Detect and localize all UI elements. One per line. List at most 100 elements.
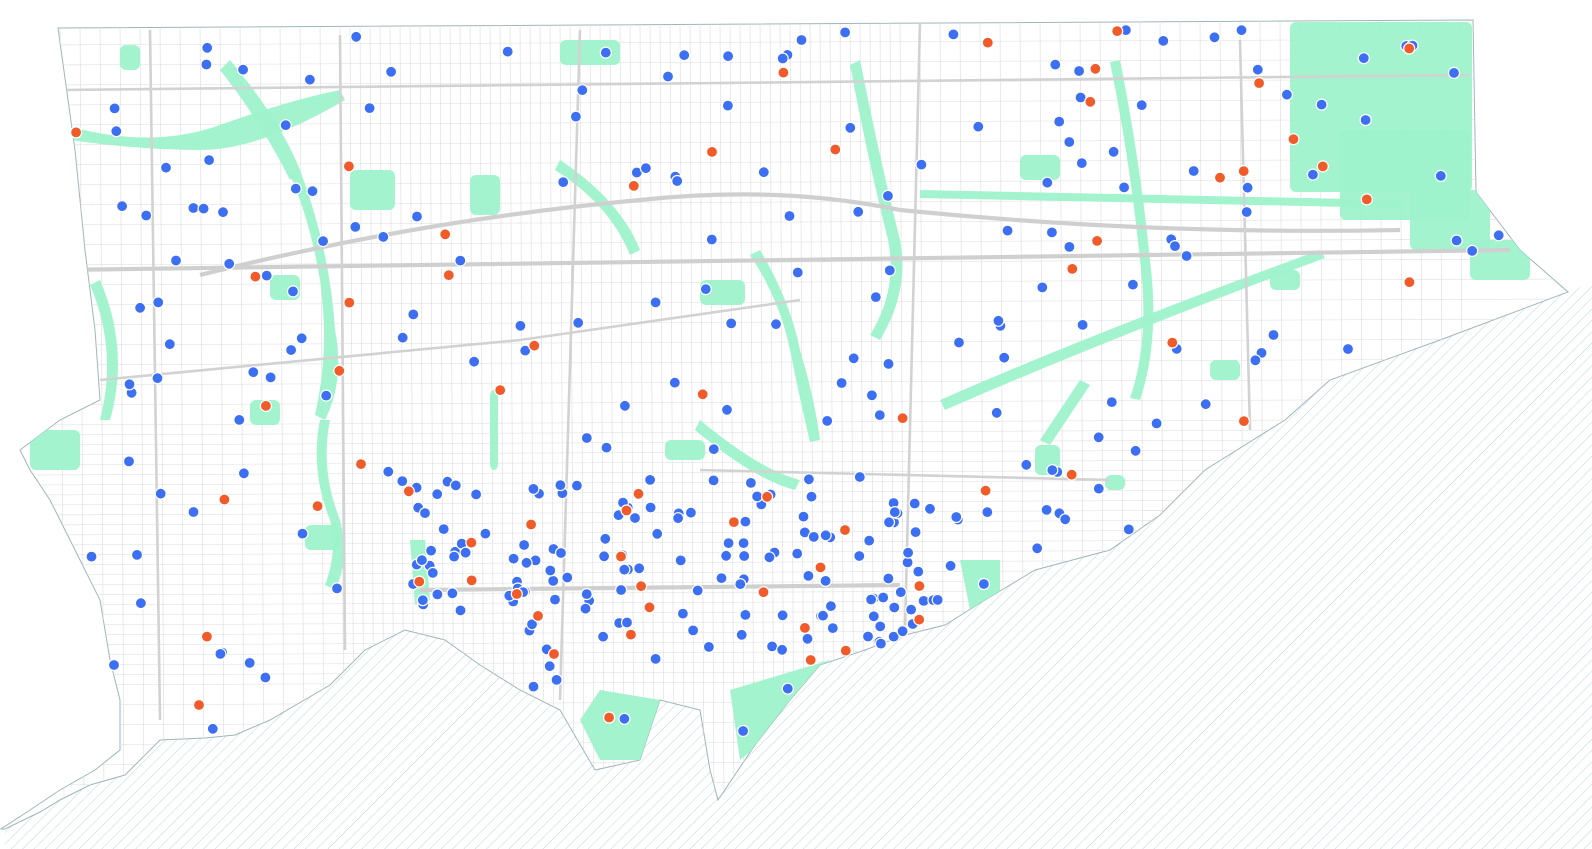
- marker-blue[interactable]: [750, 490, 764, 503]
- marker-orange[interactable]: [343, 296, 356, 309]
- marker-orange[interactable]: [979, 484, 992, 497]
- marker-blue[interactable]: [1049, 58, 1062, 71]
- marker-orange[interactable]: [838, 523, 852, 537]
- marker-blue[interactable]: [686, 624, 700, 637]
- marker-blue[interactable]: [216, 206, 230, 219]
- marker-blue[interactable]: [737, 536, 750, 550]
- marker-blue[interactable]: [317, 235, 330, 248]
- marker-blue[interactable]: [286, 285, 300, 298]
- marker-orange[interactable]: [465, 574, 478, 587]
- marker-blue[interactable]: [757, 166, 770, 179]
- marker-blue[interactable]: [306, 185, 319, 198]
- marker-blue[interactable]: [1168, 240, 1182, 253]
- marker-orange[interactable]: [531, 609, 545, 623]
- marker-blue[interactable]: [835, 376, 848, 390]
- marker-orange[interactable]: [913, 579, 926, 593]
- marker-blue[interactable]: [233, 413, 246, 426]
- marker-blue[interactable]: [576, 84, 589, 97]
- marker-blue[interactable]: [1280, 88, 1294, 101]
- marker-blue[interactable]: [1208, 31, 1221, 44]
- marker-blue[interactable]: [1150, 417, 1163, 430]
- marker-blue[interactable]: [776, 52, 789, 65]
- marker-blue[interactable]: [676, 607, 690, 620]
- marker-orange[interactable]: [311, 500, 324, 513]
- marker-blue[interactable]: [797, 510, 810, 523]
- marker-blue[interactable]: [187, 505, 200, 519]
- marker-blue[interactable]: [909, 525, 922, 539]
- marker-blue[interactable]: [1126, 278, 1140, 291]
- marker-blue[interactable]: [122, 455, 136, 468]
- marker-blue[interactable]: [649, 652, 662, 666]
- marker-blue[interactable]: [1041, 176, 1054, 189]
- marker-blue[interactable]: [1040, 503, 1053, 516]
- marker-orange[interactable]: [402, 485, 415, 498]
- marker-orange[interactable]: [896, 412, 909, 425]
- marker-blue[interactable]: [783, 209, 796, 223]
- marker-blue[interactable]: [223, 257, 236, 270]
- marker-orange[interactable]: [494, 384, 507, 397]
- marker-blue[interactable]: [874, 637, 888, 650]
- marker-orange[interactable]: [1287, 133, 1300, 146]
- marker-blue[interactable]: [580, 431, 593, 445]
- marker-blue[interactable]: [1001, 224, 1014, 237]
- marker-blue[interactable]: [661, 70, 675, 83]
- marker-blue[interactable]: [736, 724, 750, 738]
- marker-orange[interactable]: [757, 586, 770, 599]
- marker-blue[interactable]: [1053, 115, 1066, 128]
- marker-blue[interactable]: [618, 563, 631, 576]
- marker-blue[interactable]: [479, 527, 492, 540]
- marker-blue[interactable]: [454, 604, 467, 617]
- marker-blue[interactable]: [1315, 98, 1328, 111]
- marker-orange[interactable]: [620, 504, 633, 517]
- marker-orange[interactable]: [192, 698, 206, 712]
- marker-blue[interactable]: [1063, 240, 1076, 253]
- marker-orange[interactable]: [1084, 95, 1097, 108]
- marker-orange[interactable]: [1316, 160, 1329, 173]
- marker-blue[interactable]: [247, 366, 260, 379]
- marker-blue[interactable]: [243, 656, 256, 670]
- marker-blue[interactable]: [520, 556, 533, 569]
- marker-blue[interactable]: [819, 574, 832, 588]
- marker-blue[interactable]: [264, 371, 277, 384]
- marker-orange[interactable]: [442, 269, 455, 282]
- marker-blue[interactable]: [1359, 113, 1372, 127]
- marker-blue[interactable]: [735, 628, 748, 641]
- marker-blue[interactable]: [674, 554, 687, 567]
- marker-blue[interactable]: [651, 527, 664, 540]
- marker-orange[interactable]: [1237, 165, 1250, 178]
- marker-blue[interactable]: [454, 254, 467, 267]
- marker-blue[interactable]: [734, 577, 747, 591]
- marker-blue[interactable]: [1092, 431, 1105, 444]
- marker-blue[interactable]: [649, 296, 662, 309]
- marker-blue[interactable]: [396, 475, 409, 488]
- marker-blue[interactable]: [1122, 523, 1135, 536]
- marker-blue[interactable]: [330, 582, 344, 595]
- marker-blue[interactable]: [1235, 24, 1248, 37]
- marker-blue[interactable]: [864, 593, 878, 606]
- marker-blue[interactable]: [597, 550, 611, 563]
- marker-blue[interactable]: [883, 264, 896, 277]
- marker-blue[interactable]: [775, 643, 789, 656]
- marker-orange[interactable]: [333, 364, 346, 377]
- marker-blue[interactable]: [543, 660, 556, 673]
- marker-blue[interactable]: [853, 470, 866, 484]
- marker-blue[interactable]: [639, 162, 653, 175]
- marker-orange[interactable]: [259, 399, 272, 412]
- marker-blue[interactable]: [548, 593, 562, 606]
- marker-blue[interactable]: [881, 189, 895, 202]
- marker-blue[interactable]: [865, 389, 879, 402]
- marker-blue[interactable]: [396, 331, 409, 344]
- marker-blue[interactable]: [572, 316, 585, 329]
- marker-blue[interactable]: [852, 205, 865, 218]
- marker-blue[interactable]: [507, 552, 520, 565]
- marker-orange[interactable]: [69, 126, 83, 139]
- marker-blue[interactable]: [1059, 513, 1072, 526]
- marker-blue[interactable]: [618, 399, 632, 412]
- marker-blue[interactable]: [1031, 542, 1044, 555]
- marker-orange[interactable]: [602, 711, 616, 724]
- marker-orange[interactable]: [627, 179, 640, 192]
- marker-blue[interactable]: [289, 182, 302, 195]
- marker-blue[interactable]: [838, 26, 852, 39]
- marker-blue[interactable]: [446, 587, 459, 600]
- marker-blue[interactable]: [140, 209, 153, 222]
